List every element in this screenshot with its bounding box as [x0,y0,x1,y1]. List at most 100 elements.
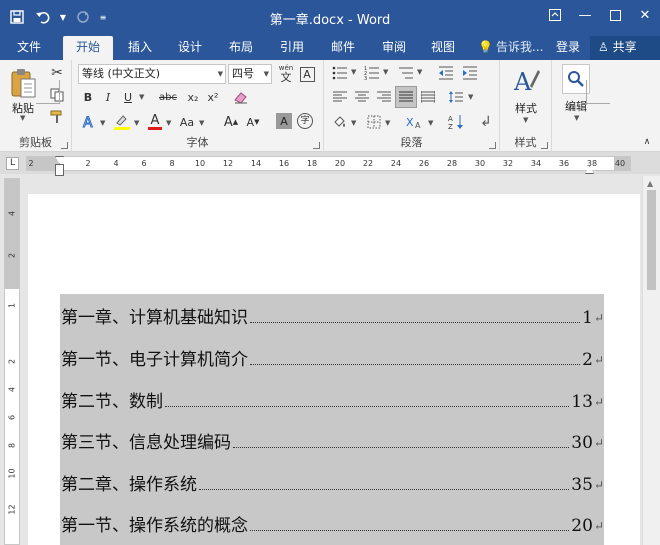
bold-button[interactable]: B [80,88,96,106]
share-button[interactable]: ♙ 共享 [590,36,660,60]
justify-icon[interactable] [395,86,417,108]
tab-design[interactable]: 设计 [167,36,213,60]
toc-entry[interactable]: 第一节、电子计算机简介 2 ↵ [60,346,604,370]
ribbon-display-options-icon[interactable] [540,0,570,30]
strikethrough-button[interactable]: abc [156,88,180,106]
close-icon[interactable]: ✕ [630,0,660,30]
multilevel-list-icon[interactable] [396,64,416,82]
left-indent-marker[interactable] [55,164,64,176]
tab-layout[interactable]: 布局 [218,36,264,60]
align-left-icon[interactable] [330,88,350,106]
toc-entry[interactable]: 第二章、操作系统 35 ↵ [60,471,604,495]
paste-dropdown-icon[interactable]: ▼ [20,114,25,122]
numbering-icon[interactable]: 123 [362,64,382,82]
tab-file[interactable]: 文件 [6,36,52,60]
styles-icon[interactable]: A [512,66,540,96]
editing-dropdown-icon[interactable]: ▼ [574,114,579,122]
collapse-ribbon-icon[interactable]: ∧ [640,136,654,148]
italic-button[interactable]: I [100,88,116,106]
tab-view[interactable]: 视图 [420,36,466,60]
page-corner-mark-left [36,80,60,104]
tab-selector-icon[interactable]: L [6,157,19,170]
grow-font-button[interactable]: A ▲ [222,112,240,132]
multilevel-list-dropdown-icon[interactable]: ▼ [417,68,422,76]
change-case-icon[interactable]: Aa [178,112,196,132]
phonetic-guide-button[interactable]: wén 文 [276,62,296,84]
character-border-button[interactable]: A [298,65,316,83]
font-size-combo[interactable]: 四号 ▼ [228,64,272,84]
ruler-number: 16 [278,159,290,168]
font-name-combo[interactable]: 等线 (中文正文) ▼ [78,64,226,84]
line-spacing-dropdown-icon[interactable]: ▼ [468,93,473,101]
text-effects-icon[interactable]: A [80,112,98,132]
change-case-dropdown-icon[interactable]: ▼ [199,119,204,127]
svg-text:A: A [513,68,532,96]
maximize-icon[interactable] [600,0,630,30]
shading-dropdown-icon[interactable]: ▼ [351,119,356,127]
table-of-contents[interactable]: 第一章、计算机基础知识 1 ↵ 第一节、电子计算机简介 2 ↵ 第二节、数制 13 ↵ 第三… [60,294,604,545]
styles-label[interactable]: 样式 [504,100,548,116]
minimize-icon[interactable]: — [570,0,600,30]
borders-icon[interactable] [364,112,384,132]
paste-icon[interactable] [8,66,38,102]
toc-entry[interactable]: 第三节、信息处理编码 30 ↵ [60,429,604,453]
vertical-ruler-number: 4 [7,386,17,393]
font-size-dropdown-icon[interactable]: ▼ [264,65,269,83]
align-right-icon[interactable] [374,88,394,106]
tell-me-search[interactable]: 💡 告诉我... [478,36,543,60]
tab-insert[interactable]: 插入 [117,36,163,60]
scrollbar-thumb[interactable] [647,190,656,290]
vertical-scrollbar[interactable]: ▲ [642,176,660,545]
underline-dropdown-icon[interactable]: ▼ [139,93,144,101]
tab-references[interactable]: 引用 [269,36,315,60]
chinese-layout-dropdown-icon[interactable]: ▼ [428,119,433,127]
vertical-ruler[interactable]: 4 2 1 2 4 6 8 10 12 [4,178,20,545]
text-effects-dropdown-icon[interactable]: ▼ [100,119,105,127]
borders-dropdown-icon[interactable]: ▼ [385,119,390,127]
tab-home[interactable]: 开始 [63,36,113,60]
tab-mailings[interactable]: 邮件 [320,36,366,60]
chinese-layout-icon[interactable]: XA [404,112,426,132]
character-shading-button[interactable]: A [276,113,292,129]
toc-leader [199,489,570,490]
shrink-font-button[interactable]: A ▼ [244,112,262,132]
bullets-dropdown-icon[interactable]: ▼ [351,68,356,76]
distributed-icon[interactable] [418,88,438,106]
scroll-up-icon[interactable]: ▲ [647,179,653,188]
decrease-indent-icon[interactable] [436,64,456,82]
sign-in-link[interactable]: 登录 [556,36,580,60]
highlight-icon[interactable] [112,112,132,132]
sort-icon[interactable]: AZ [446,112,466,132]
ruler-number: 20 [334,159,346,168]
clipboard-launcher-icon[interactable] [61,142,68,149]
shading-icon[interactable] [330,112,350,132]
superscript-button[interactable]: x² [204,88,222,106]
enclose-characters-button[interactable]: 字 [296,112,314,130]
ruler-number: 6 [141,159,147,168]
font-color-icon[interactable]: A [146,112,164,132]
font-name-dropdown-icon[interactable]: ▼ [218,65,223,83]
bullets-icon[interactable] [330,64,350,82]
styles-dropdown-icon[interactable]: ▼ [523,116,528,124]
show-hide-marks-icon[interactable]: ↲ [476,112,496,132]
styles-launcher-icon[interactable] [541,142,548,149]
line-spacing-icon[interactable] [446,88,466,106]
subscript-button[interactable]: x₂ [184,88,202,106]
ruler-number: 4 [113,159,119,168]
format-painter-icon[interactable] [48,108,66,126]
toc-entry[interactable]: 第二节、数制 13 ↵ [60,388,604,412]
horizontal-ruler[interactable]: 2 2 4 6 8 10 12 14 16 18 20 22 24 26 28 … [26,156,631,171]
tab-review[interactable]: 审阅 [371,36,417,60]
toc-entry[interactable]: 第一节、操作系统的概念 20 ↵ [60,512,604,536]
clear-formatting-icon[interactable] [232,88,250,106]
underline-button[interactable]: U [120,88,136,106]
font-color-dropdown-icon[interactable]: ▼ [166,119,171,127]
align-center-icon[interactable] [352,88,372,106]
highlight-dropdown-icon[interactable]: ▼ [134,119,139,127]
increase-indent-icon[interactable] [460,64,480,82]
toc-leader [250,364,581,365]
numbering-dropdown-icon[interactable]: ▼ [383,68,388,76]
font-launcher-icon[interactable] [313,142,320,149]
paragraph-launcher-icon[interactable] [489,142,496,149]
toc-entry[interactable]: 第一章、计算机基础知识 1 ↵ [60,304,604,328]
